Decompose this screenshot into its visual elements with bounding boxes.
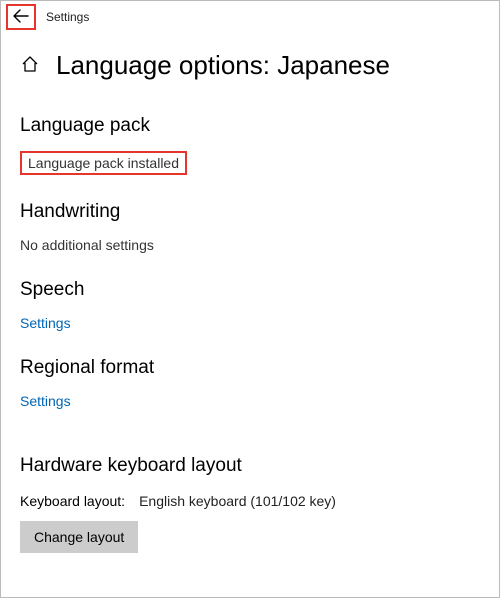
keyboard-layout-value: English keyboard (101/102 key) <box>139 493 336 509</box>
home-button[interactable] <box>20 56 40 76</box>
section-heading-handwriting: Handwriting <box>20 201 480 223</box>
section-heading-speech: Speech <box>20 279 480 301</box>
page-title: Language options: Japanese <box>56 50 390 81</box>
arrow-left-icon <box>13 8 29 27</box>
section-heading-language-pack: Language pack <box>20 115 480 137</box>
home-icon <box>21 55 39 76</box>
language-pack-status: Language pack installed <box>20 151 187 175</box>
keyboard-layout-label: Keyboard layout: <box>20 493 125 509</box>
handwriting-status: No additional settings <box>20 237 480 253</box>
language-pack-status-text: Language pack installed <box>28 155 179 171</box>
regional-format-settings-link[interactable]: Settings <box>20 393 480 409</box>
section-heading-regional-format: Regional format <box>20 357 480 379</box>
change-layout-button[interactable]: Change layout <box>20 521 138 553</box>
back-button[interactable] <box>6 4 36 30</box>
app-title: Settings <box>46 10 89 24</box>
speech-settings-link[interactable]: Settings <box>20 315 480 331</box>
section-heading-hardware-keyboard: Hardware keyboard layout <box>20 455 480 477</box>
